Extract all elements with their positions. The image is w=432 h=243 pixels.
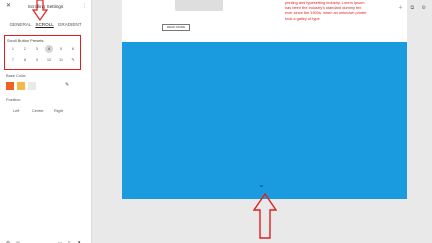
laptop-image — [175, 0, 223, 11]
tab-general[interactable]: GENERAL — [9, 22, 31, 27]
color-swatch-orange[interactable] — [6, 82, 14, 90]
color-swatch-light[interactable] — [28, 82, 36, 90]
settings-panel: ✕ Scrolling Settings ⋮ GENERAL SCROLL GR… — [0, 0, 92, 243]
preset-11[interactable]: 11 — [57, 56, 65, 64]
settings-gear-icon[interactable]: ⚙ — [422, 5, 426, 11]
tab-gradient[interactable]: GRADIENT — [58, 22, 82, 27]
position-center-button[interactable]: Center — [32, 108, 44, 113]
presets-label: Scroll Button Presets: — [7, 38, 45, 43]
plus-icon[interactable]: ＋ — [398, 5, 403, 11]
settings-tabs: GENERAL SCROLL GRADIENT — [0, 22, 91, 27]
preset-7[interactable]: 7 — [9, 56, 17, 64]
position-label: Position: — [6, 97, 21, 102]
annotation-arrow-up-icon — [253, 193, 277, 239]
preset-8[interactable]: 8 — [21, 56, 29, 64]
preset-4[interactable]: 4 — [45, 45, 53, 53]
duplicate-icon[interactable]: ⧉ — [411, 5, 415, 11]
preset-1[interactable]: 1 — [9, 45, 17, 53]
tab-scroll[interactable]: SCROLL — [35, 22, 53, 27]
eyedropper-icon[interactable]: ✎ — [69, 56, 77, 64]
preset-2[interactable]: 2 — [21, 45, 29, 53]
panel-title: Scrolling Settings — [27, 4, 64, 9]
right-toolbar: ＋ ⧉ ⚙ — [392, 4, 426, 11]
base-color-label: Base Color: — [6, 73, 27, 78]
preset-10[interactable]: 10 — [45, 56, 53, 64]
position-left-button[interactable]: Left — [13, 108, 20, 113]
scroll-down-chevron-icon[interactable]: ⌄ — [258, 181, 265, 189]
preset-6[interactable]: 6 — [69, 45, 77, 53]
more-icon[interactable]: ⋮ — [82, 3, 87, 9]
preset-5[interactable]: 5 — [57, 45, 65, 53]
color-picker-icon[interactable]: ✎ — [65, 82, 69, 88]
preset-3[interactable]: 3 — [33, 45, 41, 53]
red-line: took a galley of type — [285, 15, 320, 21]
blue-section — [122, 42, 407, 199]
position-right-button[interactable]: Right — [54, 108, 63, 113]
color-swatch-yellow[interactable] — [17, 82, 25, 90]
read-more-button[interactable]: READ MORE — [162, 24, 190, 31]
red-paragraph: printing and typesetting industry. Lorem… — [285, 0, 405, 21]
scroll-button-presets: Scroll Button Presets: 1 2 3 4 5 6 7 8 9… — [4, 35, 81, 70]
preset-9[interactable]: 9 — [33, 56, 41, 64]
